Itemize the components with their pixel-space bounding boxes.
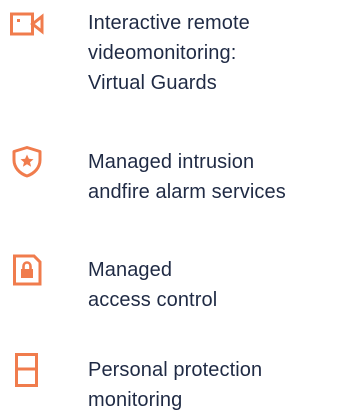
shield-star-icon <box>10 145 44 179</box>
personal-device-icon <box>10 353 44 387</box>
service-label: Personal protection monitoring <box>88 359 263 411</box>
lock-document-icon <box>10 253 44 287</box>
service-label: Managed intrusion andfire alarm services <box>88 151 286 203</box>
video-camera-icon <box>10 9 44 43</box>
service-list: Interactive remote videomonitoring: Virt… <box>0 0 337 419</box>
service-label: Managed access control <box>88 259 218 311</box>
service-label: Interactive remote videomonitoring: Virt… <box>88 12 250 94</box>
